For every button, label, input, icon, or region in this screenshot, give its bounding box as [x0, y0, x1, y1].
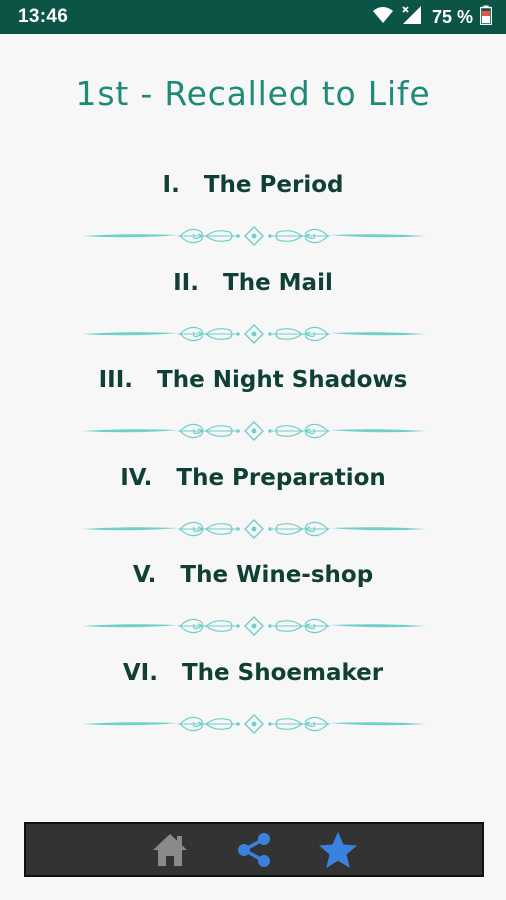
chapter-item[interactable]: V. The Wine-shop — [0, 560, 506, 658]
share-icon — [238, 832, 270, 867]
chapter-item[interactable]: III. The Night Shadows — [0, 365, 506, 463]
chapter-title: VI. The Shoemaker — [122, 659, 384, 686]
chapter-list: I. The Period II. The Mail III. The Nigh… — [0, 170, 506, 756]
status-bar: 13:46 75 % — [0, 0, 506, 34]
ornamental-divider — [82, 714, 426, 734]
ornamental-divider — [82, 421, 426, 441]
ornamental-divider — [82, 616, 426, 637]
chapter-title: V. The Wine-shop — [132, 562, 374, 589]
home-button[interactable] — [148, 828, 192, 872]
status-time: 13:46 — [18, 6, 69, 27]
battery-percentage: 75 % — [431, 6, 473, 27]
home-icon — [153, 833, 187, 866]
chapter-item[interactable]: II. The Mail — [0, 268, 506, 366]
star-icon — [319, 831, 357, 868]
chapter-item[interactable]: IV. The Preparation — [0, 463, 506, 561]
status-icons: 75 % — [372, 5, 493, 30]
chapter-item[interactable]: I. The Period — [0, 170, 506, 268]
ornamental-divider — [82, 226, 426, 246]
battery-icon — [479, 5, 493, 30]
chapter-title: III. The Night Shadows — [98, 367, 408, 394]
share-button[interactable] — [232, 828, 276, 872]
ornamental-divider — [82, 519, 426, 539]
ornamental-divider — [82, 323, 426, 344]
chapter-title: I. The Period — [162, 172, 344, 198]
favorite-button[interactable] — [316, 828, 360, 872]
bottom-navigation-bar — [24, 822, 484, 877]
chapter-title: II. The Mail — [173, 269, 333, 296]
chapter-item[interactable]: VI. The Shoemaker — [0, 658, 506, 756]
chapter-title: IV. The Preparation — [120, 464, 386, 491]
wifi-icon — [372, 6, 394, 29]
signal-icon — [401, 5, 425, 30]
page-title: 1st - Recalled to Life — [75, 74, 431, 113]
